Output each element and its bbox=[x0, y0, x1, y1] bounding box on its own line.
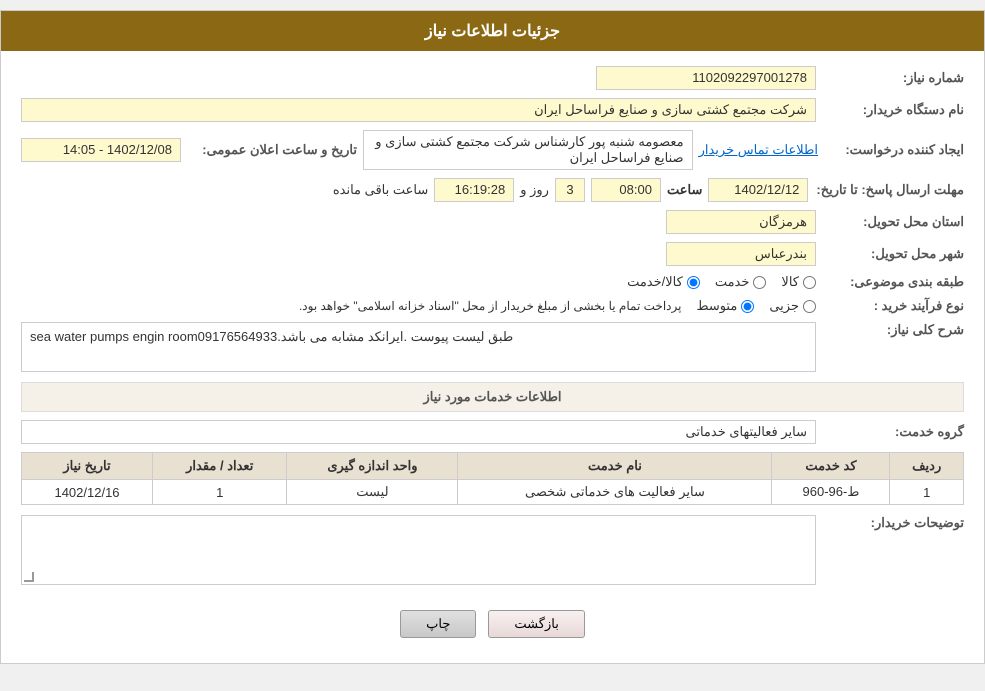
col-code: کد خدمت bbox=[772, 453, 890, 480]
delivery-city-label: شهر محل تحویل: bbox=[824, 246, 964, 262]
category-option-kala-khedmat[interactable]: کالا/خدمت bbox=[627, 274, 700, 290]
description-label: شرح کلی نیاز: bbox=[824, 322, 964, 338]
send-deadline-clock: 16:19:28 bbox=[434, 178, 514, 202]
category-option-khedmat[interactable]: خدمت bbox=[715, 274, 767, 290]
need-number-label: شماره نیاز: bbox=[824, 70, 964, 86]
description-value: sea water pumps engin roomطبق لیست پیوست… bbox=[21, 322, 816, 372]
requester-org-label: نام دستگاه خریدار: bbox=[824, 102, 964, 118]
creator-value: معصومه شنبه پور کارشناس شرکت مجتمع کشتی … bbox=[363, 130, 693, 170]
date-announce-label: تاریخ و ساعت اعلان عمومی: bbox=[187, 142, 357, 158]
purchase-type-label-jozi: جزیی bbox=[769, 298, 799, 314]
cell-date: 1402/12/16 bbox=[22, 480, 153, 505]
cell-qty: 1 bbox=[153, 480, 287, 505]
send-deadline-date: 1402/12/12 bbox=[708, 178, 808, 202]
category-label-khedmat: خدمت bbox=[715, 274, 750, 290]
date-announce-value: 1402/12/08 - 14:05 bbox=[21, 138, 181, 162]
col-qty: تعداد / مقدار bbox=[153, 453, 287, 480]
contact-link[interactable]: اطلاعات تماس خریدار bbox=[699, 142, 818, 158]
delivery-province-value: هرمزگان bbox=[666, 210, 816, 234]
send-deadline-days: 3 bbox=[555, 178, 585, 202]
page-title: جزئیات اطلاعات نیاز bbox=[1, 11, 984, 51]
send-deadline-time: 08:00 bbox=[591, 178, 661, 202]
service-group-value: سایر فعالیتهای خدماتی bbox=[21, 420, 816, 444]
cell-code: ط-96-960 bbox=[772, 480, 890, 505]
category-radio-khedmat[interactable] bbox=[753, 276, 766, 289]
purchase-type-jozi[interactable]: جزیی bbox=[769, 298, 816, 314]
col-row: ردیف bbox=[890, 453, 964, 480]
purchase-type-radio-jozi[interactable] bbox=[803, 300, 816, 313]
col-name: نام خدمت bbox=[458, 453, 772, 480]
resize-handle[interactable] bbox=[24, 572, 34, 582]
creator-label: ایجاد کننده درخواست: bbox=[824, 142, 964, 158]
delivery-province-label: استان محل تحویل: bbox=[824, 214, 964, 230]
category-radio-group: کالا خدمت کالا/خدمت bbox=[627, 274, 816, 290]
services-section-header: اطلاعات خدمات مورد نیاز bbox=[21, 382, 964, 412]
remaining-label: ساعت باقی مانده bbox=[333, 182, 428, 198]
category-radio-kala-khedmat[interactable] bbox=[687, 276, 700, 289]
need-number-value: 1102092297001278 bbox=[596, 66, 816, 90]
category-label: طبقه بندی موضوعی: bbox=[824, 274, 964, 290]
col-unit: واحد اندازه گیری bbox=[287, 453, 458, 480]
delivery-city-value: بندرعباس bbox=[666, 242, 816, 266]
buyer-desc-box bbox=[21, 515, 816, 585]
col-date: تاریخ نیاز bbox=[22, 453, 153, 480]
category-label-kala: کالا bbox=[781, 274, 799, 290]
purchase-type-label-motavasset: متوسط bbox=[696, 298, 737, 314]
time-label: ساعت bbox=[667, 182, 702, 198]
print-button[interactable]: چاپ bbox=[400, 610, 476, 638]
cell-name: سایر فعالیت های خدماتی شخصی bbox=[458, 480, 772, 505]
purchase-type-radio-group: جزیی متوسط bbox=[696, 298, 816, 314]
category-radio-kala[interactable] bbox=[803, 276, 816, 289]
purchase-type-radio-motavasset[interactable] bbox=[741, 300, 754, 313]
services-table: ردیف کد خدمت نام خدمت واحد اندازه گیری ت… bbox=[21, 452, 964, 505]
cell-row: 1 bbox=[890, 480, 964, 505]
category-label-kala-khedmat: کالا/خدمت bbox=[627, 274, 683, 290]
purchase-type-motavasset[interactable]: متوسط bbox=[696, 298, 754, 314]
service-group-label: گروه خدمت: bbox=[824, 424, 964, 440]
category-option-kala[interactable]: کالا bbox=[781, 274, 816, 290]
send-deadline-label: مهلت ارسال پاسخ: تا تاریخ: bbox=[816, 182, 964, 198]
table-row: 1 ط-96-960 سایر فعالیت های خدماتی شخصی ل… bbox=[22, 480, 964, 505]
purchase-type-label: نوع فرآیند خرید : bbox=[824, 298, 964, 314]
cell-unit: لیست bbox=[287, 480, 458, 505]
back-button[interactable]: بازگشت bbox=[488, 610, 584, 638]
button-row: بازگشت چاپ bbox=[21, 595, 964, 648]
buyer-desc-label: توضیحات خریدار: bbox=[824, 515, 964, 531]
day-label: روز و bbox=[520, 182, 549, 198]
purchase-type-note: پرداخت تمام یا بخشی از مبلغ خریدار از مح… bbox=[299, 299, 682, 313]
requester-org-value: شرکت مجتمع کشتی سازی و صنایع فراساحل ایر… bbox=[21, 98, 816, 122]
